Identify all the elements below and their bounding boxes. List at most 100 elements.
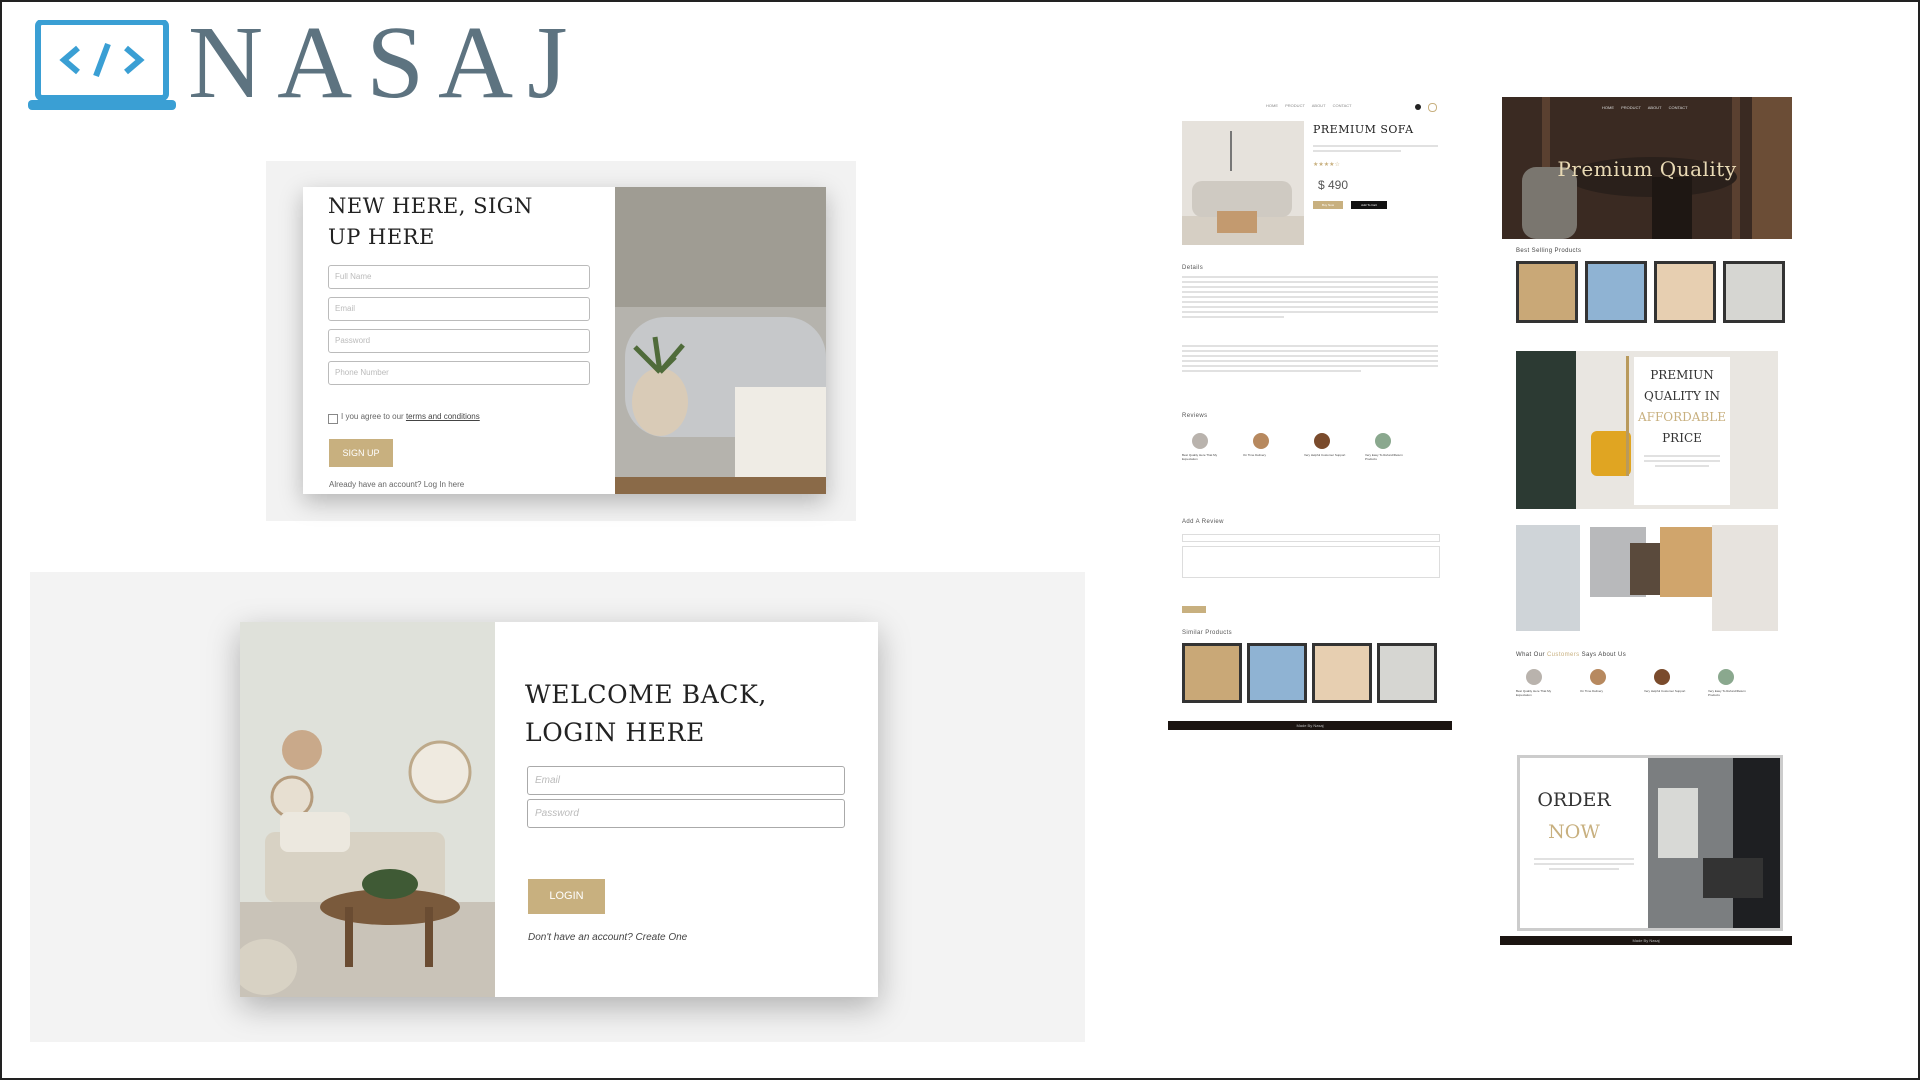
password-input[interactable]: Password bbox=[527, 799, 845, 828]
home-nav: HOME PRODUCT ABOUT CONTACT bbox=[1602, 105, 1688, 110]
buy-now-button[interactable]: Buy Now bbox=[1313, 201, 1343, 209]
testimonial-text: Very Helpful Customer Support bbox=[1644, 689, 1686, 693]
review-card: Best Quality Here That My Expectation bbox=[1182, 433, 1232, 461]
product-thumb[interactable] bbox=[1516, 261, 1578, 323]
hero-title: Premium Quality bbox=[1557, 157, 1737, 181]
review-text: On Time Delivery bbox=[1243, 453, 1267, 457]
best-selling-heading: Best Selling Products bbox=[1516, 248, 1582, 254]
avatar bbox=[1253, 433, 1269, 449]
home-footer: Made By Nasaj bbox=[1500, 936, 1792, 945]
testimonial-text: Best Quality Here That My Expectation bbox=[1516, 689, 1552, 697]
gallery-image bbox=[1516, 525, 1580, 631]
user-icon[interactable] bbox=[1415, 104, 1421, 110]
sofa-product-image bbox=[1182, 121, 1304, 245]
nav-about[interactable]: ABOUT bbox=[1648, 105, 1662, 110]
avatar bbox=[1375, 433, 1391, 449]
avatar bbox=[1590, 669, 1606, 685]
login-link[interactable]: Already have an account? Log In here bbox=[329, 480, 464, 489]
add-to-cart-button[interactable]: Add To Cart bbox=[1351, 201, 1387, 209]
heading-part: Says About Us bbox=[1579, 652, 1627, 658]
product-thumb[interactable] bbox=[1723, 261, 1785, 323]
cart-icon[interactable] bbox=[1428, 103, 1437, 112]
login-button[interactable]: LOGIN bbox=[528, 879, 605, 914]
review-card: Very Helpful Customer Support bbox=[1304, 433, 1354, 457]
review-card: On Time Delivery bbox=[1243, 433, 1293, 457]
promo-line: QUALITY IN bbox=[1644, 389, 1720, 403]
product-price: $ 490 bbox=[1318, 178, 1349, 192]
review-name-input[interactable] bbox=[1182, 534, 1440, 542]
review-text: Best Quality Here That My Expectation bbox=[1182, 453, 1218, 461]
terms-link[interactable]: terms and conditions bbox=[406, 412, 480, 421]
gallery-image bbox=[1660, 527, 1720, 597]
create-account-link[interactable]: Don't have an account? Create One bbox=[528, 932, 687, 943]
login-card: WELCOME BACK, LOGIN HERE Email Password … bbox=[240, 622, 878, 997]
details-heading: Details bbox=[1182, 265, 1204, 271]
terms-text: I you agree to our terms and conditions bbox=[341, 412, 480, 421]
testimonial-text: On Time Delivery bbox=[1580, 689, 1604, 693]
product-thumb[interactable] bbox=[1312, 643, 1372, 703]
email-input[interactable]: Email bbox=[328, 297, 590, 321]
similar-products-heading: Similar Products bbox=[1182, 630, 1233, 636]
nav-home[interactable]: HOME bbox=[1602, 105, 1614, 110]
nav-home[interactable]: HOME bbox=[1266, 103, 1278, 108]
add-review-heading: Add A Review bbox=[1182, 519, 1224, 525]
order-now-card[interactable]: ORDER NOW bbox=[1517, 755, 1783, 931]
details-text bbox=[1182, 276, 1438, 321]
heading-part: What Our bbox=[1516, 652, 1547, 658]
gallery-image bbox=[1712, 525, 1778, 631]
order-title: ORDER NOW bbox=[1534, 784, 1614, 848]
testimonial-card: Best Quality Here That My Expectation bbox=[1516, 669, 1566, 697]
product-title: PREMIUM SOFA bbox=[1313, 123, 1414, 136]
review-text: Very Helpful Customer Support bbox=[1304, 453, 1346, 457]
product-thumb[interactable] bbox=[1654, 261, 1716, 323]
login-title: WELCOME BACK, LOGIN HERE bbox=[525, 680, 767, 747]
promo-title: PREMIUN QUALITY IN AFFORDABLE PRICE bbox=[1634, 357, 1730, 449]
product-thumb[interactable] bbox=[1377, 643, 1437, 703]
nav-product[interactable]: PRODUCT bbox=[1285, 103, 1305, 108]
submit-review-button[interactable] bbox=[1182, 606, 1206, 613]
testimonial-card: Very Helpful Customer Support bbox=[1644, 669, 1694, 693]
nav-about[interactable]: ABOUT bbox=[1312, 103, 1326, 108]
promo-box: PREMIUN QUALITY IN AFFORDABLE PRICE bbox=[1634, 357, 1730, 505]
tv-room-image bbox=[1648, 758, 1780, 928]
sofa-cushion-image bbox=[615, 187, 826, 494]
product-footer: Made By Nasaj bbox=[1168, 721, 1452, 730]
review-card: Very Easy To Refund/Return Products bbox=[1365, 433, 1415, 461]
review-text-input[interactable] bbox=[1182, 546, 1440, 578]
promo-line: PRICE bbox=[1662, 431, 1702, 445]
laptop-code-icon bbox=[28, 20, 176, 110]
email-input[interactable]: Email bbox=[527, 766, 845, 795]
home-page-mockup: HOME PRODUCT ABOUT CONTACT Premium Quali… bbox=[1500, 95, 1792, 945]
product-nav: HOME PRODUCT ABOUT CONTACT bbox=[1266, 103, 1352, 108]
avatar bbox=[1654, 669, 1670, 685]
product-page-mockup: HOME PRODUCT ABOUT CONTACT PREMIUM SOFA … bbox=[1168, 95, 1452, 730]
order-text bbox=[1534, 858, 1634, 873]
signup-card: NEW HERE, SIGN UP HERE Full Name Email P… bbox=[303, 187, 826, 494]
rating-stars: ★★★★☆ bbox=[1313, 162, 1340, 168]
terms-checkbox[interactable] bbox=[328, 414, 338, 424]
product-thumb[interactable] bbox=[1585, 261, 1647, 323]
avatar bbox=[1314, 433, 1330, 449]
signup-title: NEW HERE, SIGN UP HERE bbox=[328, 194, 533, 249]
promo-text bbox=[1644, 455, 1720, 467]
product-thumb[interactable] bbox=[1182, 643, 1242, 703]
fullname-input[interactable]: Full Name bbox=[328, 265, 590, 289]
review-text: Very Easy To Refund/Return Products bbox=[1365, 453, 1403, 461]
heading-accent: Customers bbox=[1546, 652, 1580, 658]
testimonial-card: Very Easy To Refund/Return Products bbox=[1708, 669, 1758, 697]
hero-banner: HOME PRODUCT ABOUT CONTACT Premium Quali… bbox=[1502, 97, 1792, 239]
details-text-2 bbox=[1182, 345, 1438, 375]
testimonials-heading: What Our Customers Says About Us bbox=[1516, 652, 1626, 658]
testimonial-card: On Time Delivery bbox=[1580, 669, 1630, 693]
password-input[interactable]: Password bbox=[328, 329, 590, 353]
phone-input[interactable]: Phone Number bbox=[328, 361, 590, 385]
avatar bbox=[1192, 433, 1208, 449]
product-thumb[interactable] bbox=[1247, 643, 1307, 703]
nav-product[interactable]: PRODUCT bbox=[1621, 105, 1641, 110]
brand-name: NASAJ bbox=[188, 5, 582, 120]
promo-line: PREMIUN bbox=[1650, 368, 1714, 382]
nav-contact[interactable]: CONTACT bbox=[1669, 105, 1688, 110]
nav-contact[interactable]: CONTACT bbox=[1333, 103, 1352, 108]
testimonial-text: Very Easy To Refund/Return Products bbox=[1708, 689, 1746, 697]
signup-button[interactable]: SIGN UP bbox=[329, 439, 393, 467]
